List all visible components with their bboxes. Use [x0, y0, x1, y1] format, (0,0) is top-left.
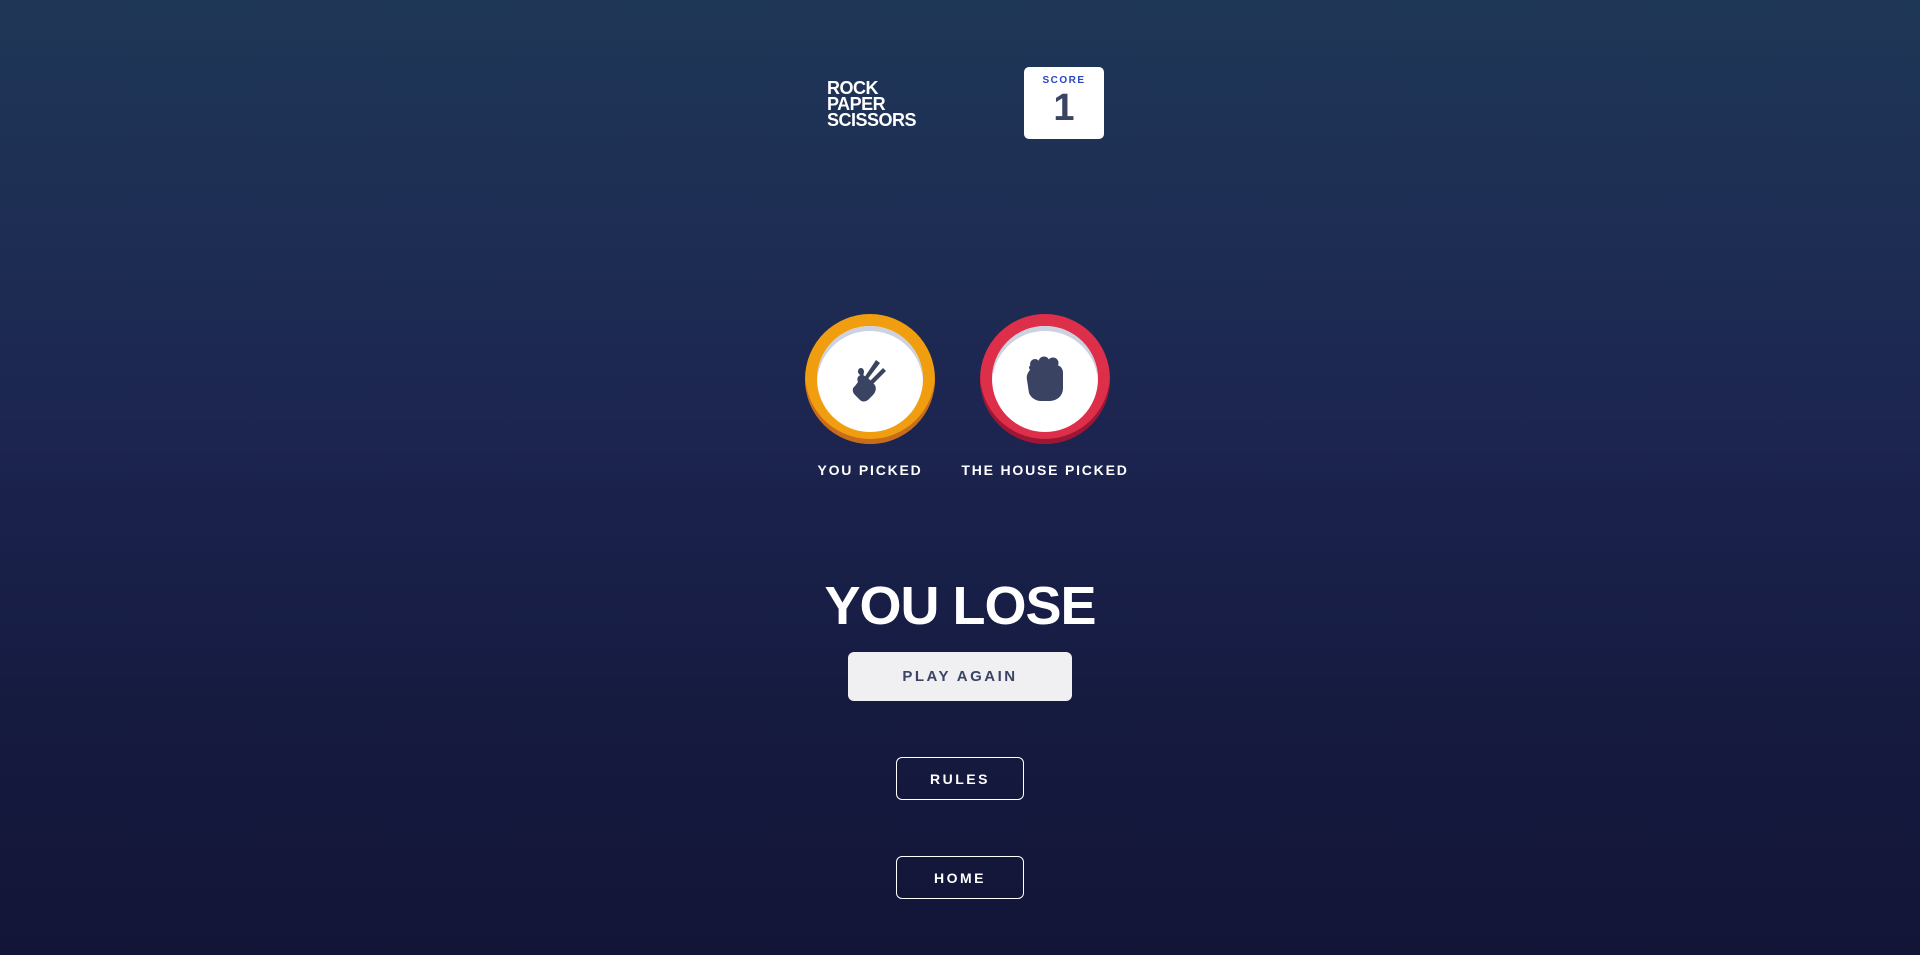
scissors-hand-icon: [852, 360, 886, 402]
player-pick-label: YOU PICKED: [817, 462, 923, 478]
score-value: 1: [1053, 87, 1075, 129]
play-again-button[interactable]: PLAY AGAIN: [848, 652, 1072, 701]
header: ROCK PAPER SCISSORS SCORE 1: [827, 67, 1105, 141]
game-title: ROCK PAPER SCISSORS: [827, 79, 917, 130]
house-token-inner: [992, 326, 1098, 432]
player-token: [805, 314, 935, 444]
rules-button[interactable]: RULES: [896, 757, 1024, 800]
house-token: [980, 314, 1110, 444]
title-line-scissors: SCISSORS: [827, 110, 917, 130]
player-pick: YOU PICKED: [805, 314, 935, 478]
result-text: YOU LOSE: [824, 576, 1096, 636]
player-token-inner: [817, 326, 923, 432]
home-button[interactable]: HOME: [896, 856, 1024, 899]
score-label: SCORE: [1042, 75, 1086, 86]
house-pick: THE HOUSE PICKED: [961, 314, 1127, 478]
house-pick-label: THE HOUSE PICKED: [961, 462, 1129, 478]
score-box: SCORE 1: [1024, 67, 1104, 139]
rock-fist-icon: [1026, 356, 1063, 401]
